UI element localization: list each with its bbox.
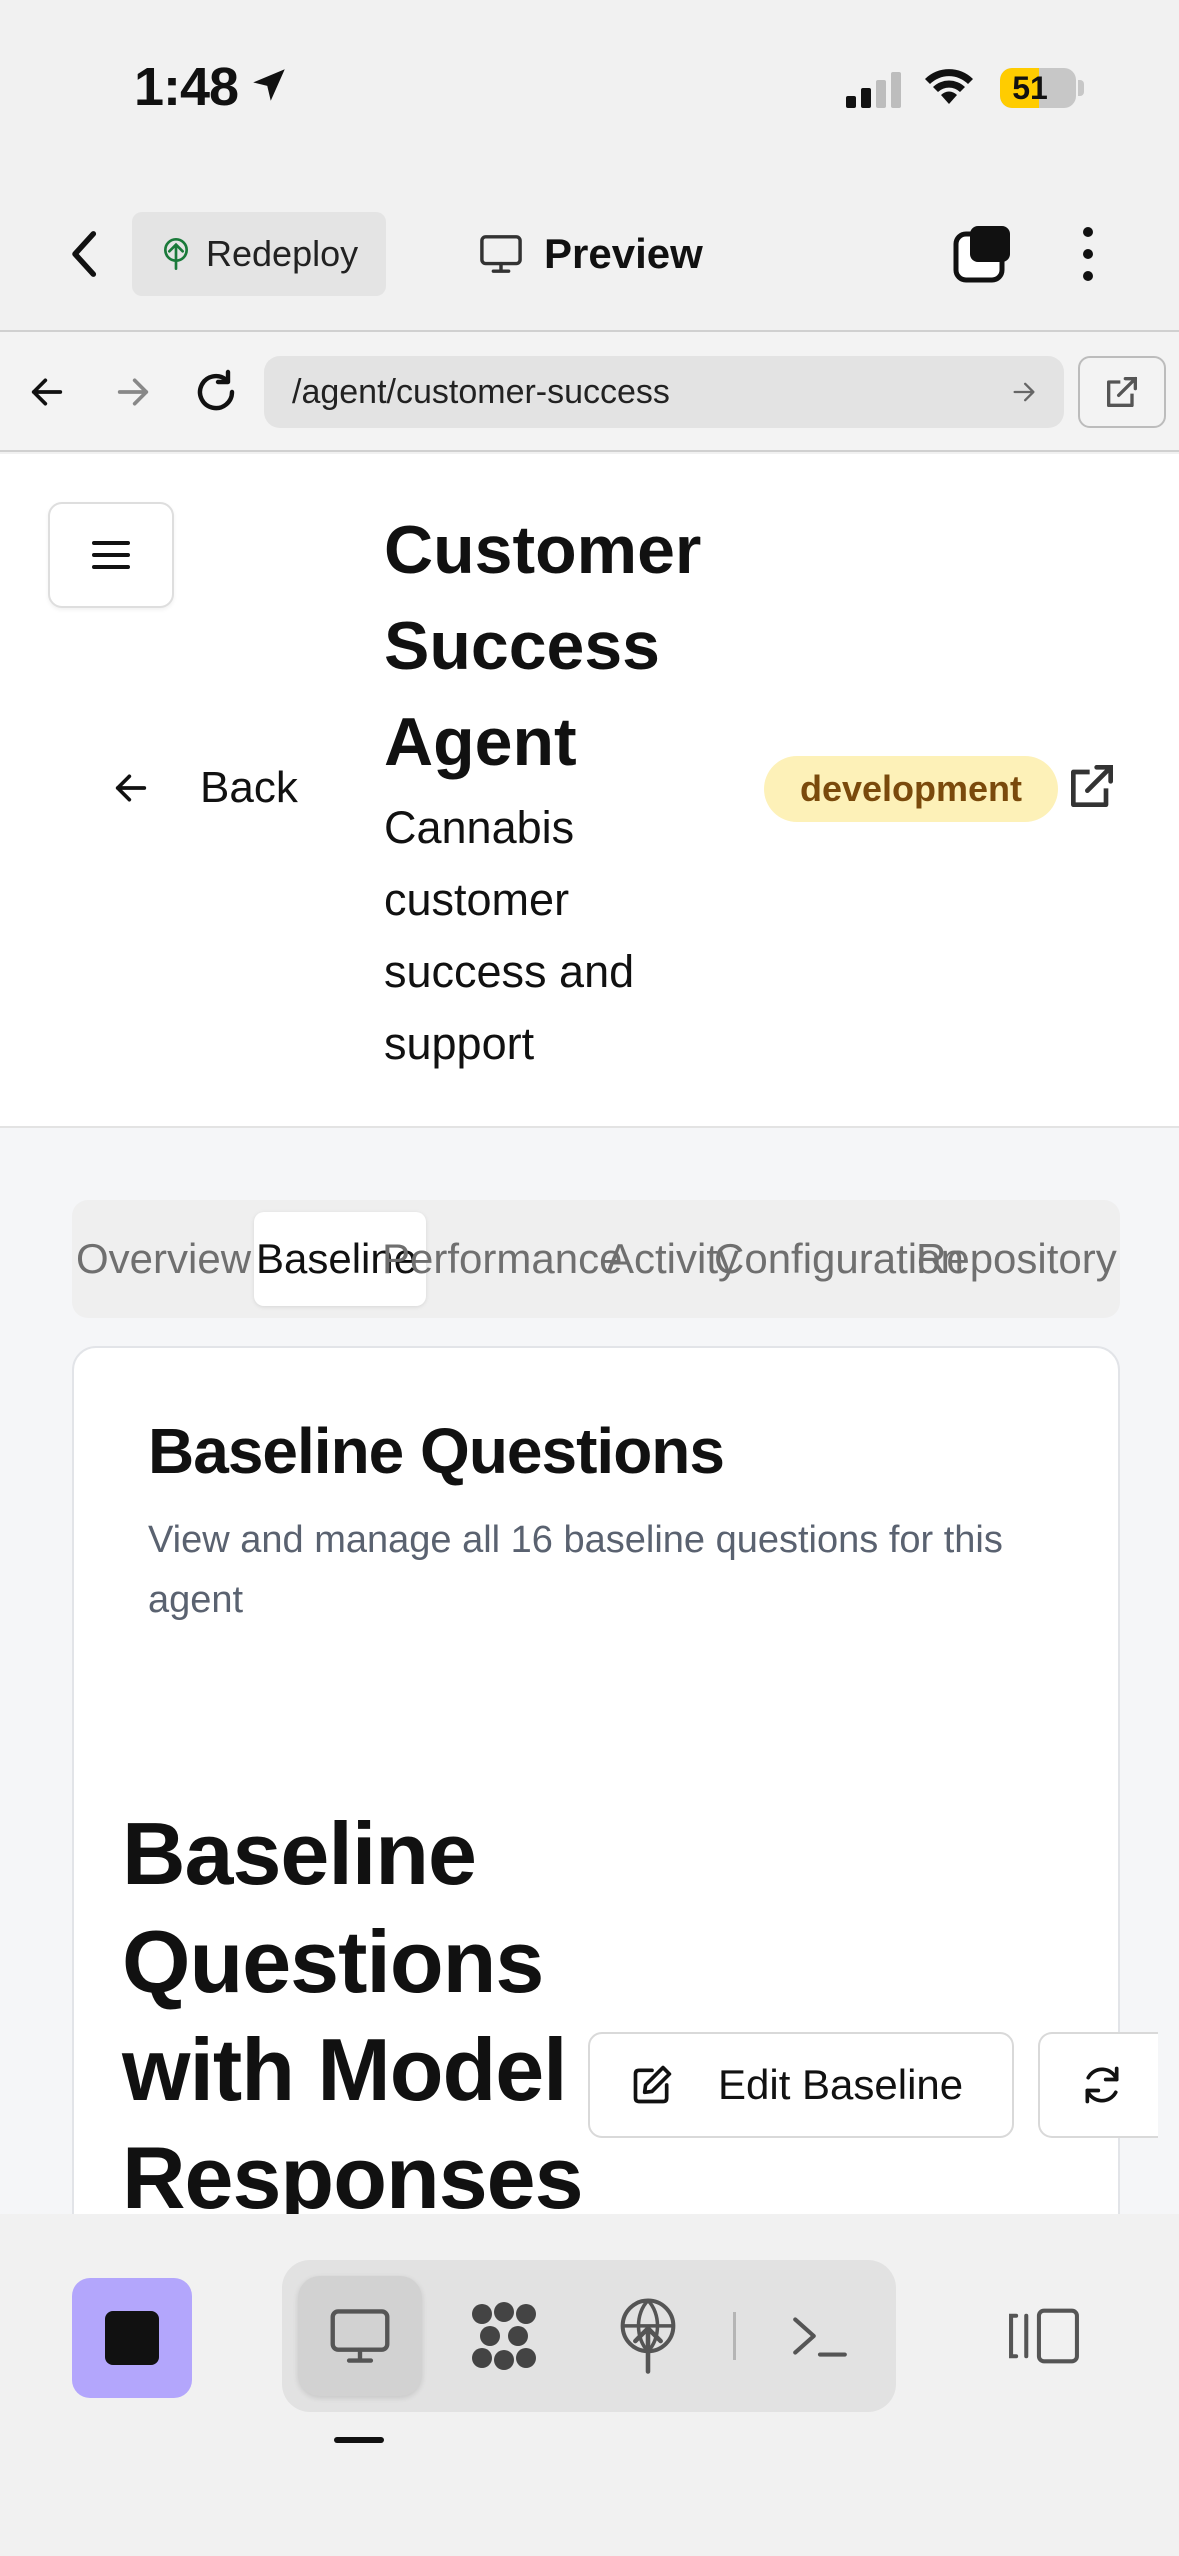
page-title: Customer Success Agent — [384, 512, 702, 780]
dock-deploy-button[interactable] — [588, 2276, 708, 2396]
dock-active-indicator — [334, 2437, 384, 2443]
edit-baseline-button[interactable]: Edit Baseline — [588, 2032, 1014, 2138]
stop-button[interactable] — [72, 2278, 192, 2398]
battery-nub — [1078, 80, 1084, 96]
redeploy-icon — [164, 238, 188, 270]
reload-icon[interactable] — [192, 368, 240, 416]
back-arrow-icon[interactable] — [26, 372, 68, 412]
redeploy-label: Redeploy — [206, 233, 359, 274]
sidebar-toggle-button[interactable] — [984, 2280, 1104, 2392]
hamburger-icon — [92, 541, 130, 569]
dock-preview-button[interactable] — [298, 2276, 422, 2396]
tab-repository[interactable]: Repository — [916, 1200, 1117, 1318]
chevron-left-icon[interactable] — [64, 226, 108, 282]
card-description: View and manage all 16 baseline question… — [148, 1519, 1003, 1621]
stop-icon — [105, 2311, 159, 2365]
sidebar-toggle-icon — [1009, 2308, 1079, 2364]
section-title: Baseline Questions with Model Responses — [122, 1804, 584, 2227]
open-external-button[interactable] — [1078, 356, 1166, 428]
redeploy-button[interactable]: Redeploy — [132, 212, 386, 296]
preview-label: Preview — [544, 230, 703, 277]
menu-button[interactable] — [48, 502, 174, 608]
more-vertical-icon[interactable] — [1070, 224, 1106, 284]
edit-baseline-label: Edit Baseline — [718, 2061, 964, 2108]
tab-performance[interactable]: Performance — [382, 1200, 622, 1318]
battery-icon: 51 — [1000, 68, 1076, 108]
back-link[interactable]: Back — [110, 754, 298, 822]
monitor-icon — [330, 2309, 390, 2363]
forward-arrow-icon[interactable] — [112, 372, 154, 412]
back-arrow-icon — [115, 774, 147, 802]
refresh-icon — [1085, 2066, 1119, 2104]
url-text: /agent/customer-success — [292, 372, 670, 411]
dots-grid-icon — [472, 2302, 536, 2370]
edit-icon — [633, 2065, 672, 2104]
url-input[interactable]: /agent/customer-success — [264, 356, 1064, 428]
terminal-icon — [793, 2317, 847, 2357]
external-link-icon[interactable] — [1064, 758, 1120, 814]
status-time: 1:48 — [134, 57, 239, 117]
preview-button[interactable]: Preview — [478, 222, 703, 286]
card-title: Baseline Questions — [148, 1415, 725, 1487]
location-arrow-icon — [253, 69, 285, 101]
cellular-signal-icon — [846, 72, 901, 108]
stacked-windows-icon[interactable] — [952, 224, 1012, 284]
environment-badge: development — [764, 756, 1058, 822]
page-description: Cannabis customer success and support — [384, 802, 635, 1069]
dock-separator — [733, 2312, 736, 2360]
wifi-icon — [925, 69, 973, 104]
battery-level: 51 — [1012, 70, 1048, 106]
dock-terminal-button[interactable] — [760, 2276, 880, 2396]
monitor-icon — [480, 235, 522, 273]
go-arrow-icon[interactable] — [1008, 378, 1040, 406]
dock-apps-button[interactable] — [444, 2276, 564, 2396]
refresh-button[interactable] — [1038, 2032, 1158, 2138]
tab-overview[interactable]: Overview — [76, 1200, 251, 1318]
open-external-icon — [1107, 377, 1137, 407]
deploy-icon — [620, 2298, 676, 2374]
back-label: Back — [200, 763, 298, 812]
